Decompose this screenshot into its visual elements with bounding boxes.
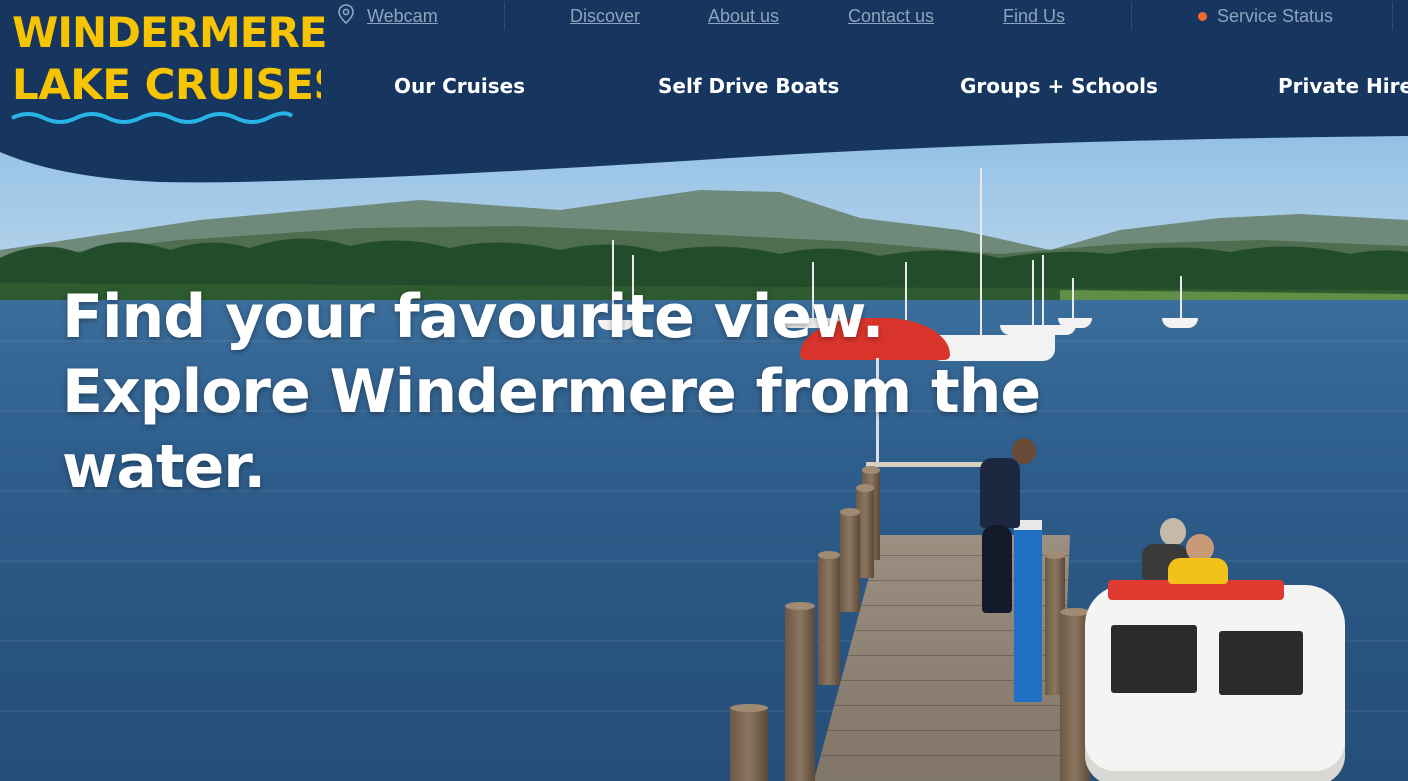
logo-wordmark-bottom: LAKE CRUISES	[12, 60, 344, 109]
webcam-link[interactable]: Webcam	[367, 6, 438, 27]
status-indicator-icon	[1198, 12, 1207, 21]
nav-private-hire[interactable]: Private Hire	[1278, 74, 1408, 98]
service-status-link[interactable]: Service Status	[1217, 6, 1333, 27]
site-logo[interactable]: WINDERMERE LAKE CRUISES	[10, 12, 344, 132]
location-pin-icon	[338, 4, 354, 24]
hero-headline-line-3: water.	[62, 432, 266, 502]
discover-link[interactable]: Discover	[570, 6, 640, 27]
about-us-link[interactable]: About us	[708, 6, 779, 27]
hero-headline: Find your favourite view. Explore Winder…	[62, 280, 1041, 505]
nav-groups-schools[interactable]: Groups + Schools	[960, 74, 1158, 98]
logo-wordmark-top: WINDERMERE	[12, 8, 328, 57]
hero-headline-line-1: Find your favourite view.	[62, 282, 884, 352]
utility-bar: Webcam Discover About us Contact us Find…	[322, 0, 1408, 34]
hero-headline-line-2: Explore Windermere from the	[62, 357, 1041, 427]
find-us-link[interactable]: Find Us	[1003, 6, 1065, 27]
contact-us-link[interactable]: Contact us	[848, 6, 934, 27]
nav-self-drive-boats[interactable]: Self Drive Boats	[658, 74, 839, 98]
main-navigation: Our Cruises Self Drive Boats Groups + Sc…	[321, 58, 1408, 118]
wave-icon	[11, 111, 294, 124]
nav-our-cruises[interactable]: Our Cruises	[394, 74, 525, 98]
blue-post	[1014, 520, 1042, 702]
